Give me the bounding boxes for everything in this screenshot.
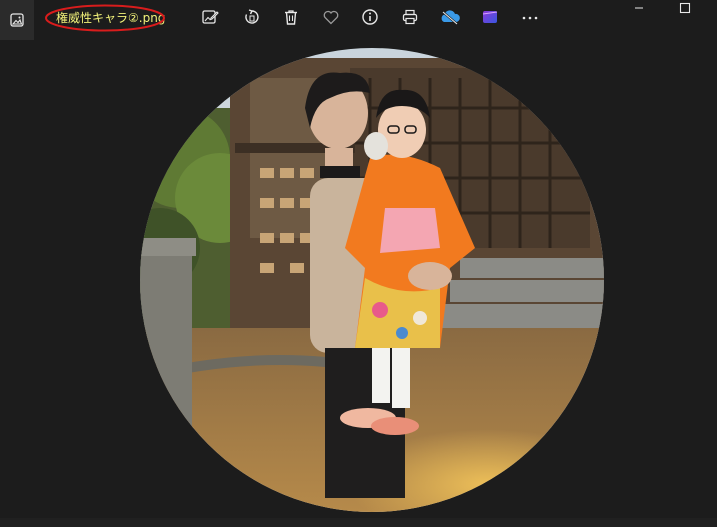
filmstrip-bar <box>0 518 717 527</box>
photos-app-icon[interactable] <box>0 0 34 40</box>
rotate-icon[interactable] <box>240 5 264 29</box>
onedrive-icon[interactable] <box>438 5 462 29</box>
photo-illustration <box>140 48 604 512</box>
more-icon[interactable] <box>518 5 542 29</box>
edit-image-icon[interactable] <box>198 5 222 29</box>
maximize-icon[interactable] <box>670 0 700 16</box>
print-icon[interactable] <box>398 5 422 29</box>
favorite-icon[interactable] <box>319 5 343 29</box>
minimize-icon[interactable] <box>624 0 654 16</box>
photo-preview <box>140 48 604 512</box>
info-icon[interactable] <box>358 5 382 29</box>
image-canvas[interactable] <box>0 40 717 518</box>
delete-icon[interactable] <box>279 5 303 29</box>
clipchamp-icon[interactable] <box>478 5 502 29</box>
viewer-toolbar: 権威性キャラ②.png <box>0 0 717 40</box>
photo-viewer-window: 権威性キャラ②.png <box>0 0 717 527</box>
file-name: 権威性キャラ②.png <box>56 11 166 25</box>
